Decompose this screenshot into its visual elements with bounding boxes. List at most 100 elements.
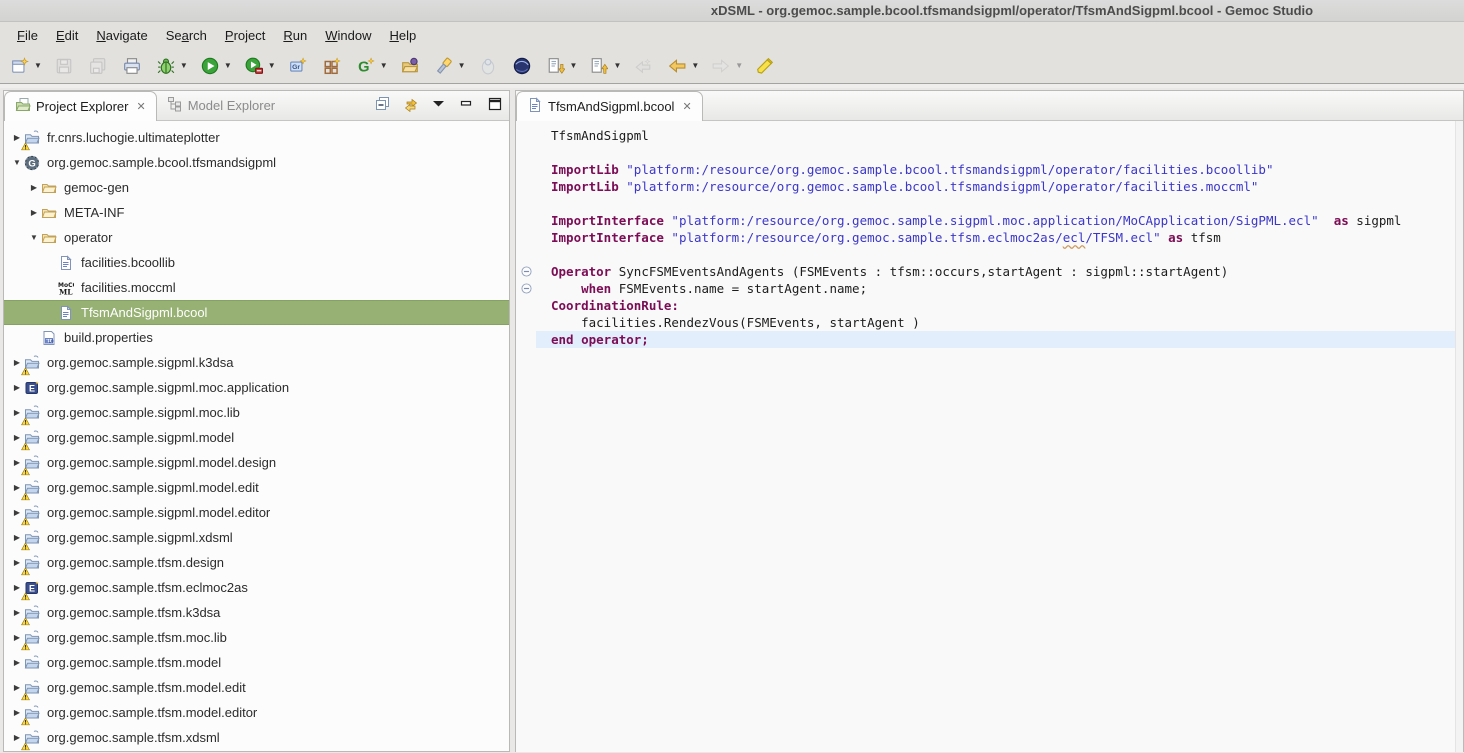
code-line[interactable] [516,246,1463,263]
menu-project[interactable]: Project [216,24,274,47]
tree-item-org-gemoc-sample-sigpml-model-editor[interactable]: ▶org.gemoc.sample.sigpml.model.editor [4,500,509,525]
link-with-editor-icon[interactable] [403,96,419,112]
tree-item-org-gemoc-sample-tfsm-model-editor[interactable]: ▶org.gemoc.sample.tfsm.model.editor [4,700,509,725]
code-editor[interactable]: TfsmAndSigpml ImportLib "platform:/resour… [516,121,1463,752]
tab-model-explorer[interactable]: Model Explorer [157,91,285,120]
next-annotation-button[interactable] [544,55,568,77]
toggle-highlighter-button[interactable] [753,55,777,77]
previous-annotation-button[interactable] [587,55,611,77]
menu-run[interactable]: Run [274,24,316,47]
tree-item-meta-inf[interactable]: ▶META-INF [4,200,509,225]
menu-help[interactable]: Help [380,24,425,47]
tree-item-facilities-moccml[interactable]: MoCCMLfacilities.moccml [4,275,509,300]
expanded-arrow-icon[interactable]: ▼ [27,233,41,242]
menu-file[interactable]: File [8,24,47,47]
run-external-tools-dropdown-arrow-icon[interactable]: ▼ [268,61,276,70]
warning-badge-icon [21,489,30,498]
menu-search[interactable]: Search [157,24,216,47]
tree-item-org-gemoc-sample-bcool-tfsmandsigpml[interactable]: ▼Gorg.gemoc.sample.bcool.tfsmandsigpml [4,150,509,175]
new-diagram-button[interactable] [320,55,344,77]
maximize-icon[interactable] [487,96,503,112]
folder-icon [41,180,58,196]
open-web-browser-button[interactable] [510,55,534,77]
previous-annotation-dropdown-arrow-icon[interactable]: ▼ [613,61,621,70]
tree-item-org-gemoc-sample-tfsm-design[interactable]: ▶org.gemoc.sample.tfsm.design [4,550,509,575]
back-button[interactable] [665,55,689,77]
collapse-all-icon[interactable] [375,96,391,112]
tree-item-tfsmandsigpml-bcool[interactable]: TfsmAndSigpml.bcool [4,300,509,325]
new-gemoc-project-dropdown-arrow-icon[interactable]: ▼ [380,61,388,70]
menu-edit[interactable]: Edit [47,24,87,47]
code-line[interactable]: facilities.RendezVous(FSMEvents, startAg… [516,314,1463,331]
editor-scrollbar[interactable] [1455,121,1463,752]
open-artifact-icon [401,57,419,75]
gutter [516,246,536,263]
code-line[interactable]: end operator; [516,331,1463,348]
collapsed-arrow-icon[interactable]: ▶ [27,208,41,217]
svg-text:G: G [358,59,369,74]
print-button[interactable] [120,55,144,77]
code-line[interactable]: ImportLib "platform:/resource/org.gemoc.… [516,161,1463,178]
debug-dropdown-arrow-icon[interactable]: ▼ [180,61,188,70]
editor-tab[interactable]: TfsmAndSigpml.bcool ✕ [516,91,703,121]
next-annotation-dropdown-arrow-icon[interactable]: ▼ [570,61,578,70]
fold-collapse-icon[interactable] [516,263,536,280]
tree-item-gemoc-gen[interactable]: ▶gemoc-gen [4,175,509,200]
gutter [516,144,536,161]
tree-item-org-gemoc-sample-sigpml-model-design[interactable]: ▶org.gemoc.sample.sigpml.model.design [4,450,509,475]
run-external-tools-button[interactable] [242,55,266,77]
search-dropdown-arrow-icon[interactable]: ▼ [458,61,466,70]
new-wizard-icon [11,57,29,75]
expanded-arrow-icon[interactable]: ▼ [10,158,24,167]
close-icon[interactable]: ✕ [682,100,691,113]
fold-collapse-icon[interactable] [516,280,536,297]
tree-item-org-gemoc-sample-sigpml-model[interactable]: ▶org.gemoc.sample.sigpml.model [4,425,509,450]
new-graphiti-icon: Gr [289,57,307,75]
code-line[interactable]: CoordinationRule: [516,297,1463,314]
menu-navigate[interactable]: Navigate [87,24,156,47]
tree-item-org-gemoc-sample-tfsm-k3dsa[interactable]: ▶org.gemoc.sample.tfsm.k3dsa [4,600,509,625]
tree-item-org-gemoc-sample-sigpml-k3dsa[interactable]: ▶org.gemoc.sample.sigpml.k3dsa [4,350,509,375]
run-button[interactable] [198,55,222,77]
tree-item-org-gemoc-sample-tfsm-model-edit[interactable]: ▶org.gemoc.sample.tfsm.model.edit [4,675,509,700]
back-dropdown-arrow-icon[interactable]: ▼ [691,61,699,70]
open-artifact-button[interactable] [398,55,422,77]
tree-item-org-gemoc-sample-sigpml-moc-lib[interactable]: ▶org.gemoc.sample.sigpml.moc.lib [4,400,509,425]
tab-project-explorer[interactable]: Project Explorer✕ [4,91,157,121]
tree-item-build-properties[interactable]: 010build.properties [4,325,509,350]
window-title: xDSML - org.gemoc.sample.bcool.tfsmandsi… [560,3,1464,18]
collapsed-arrow-icon[interactable]: ▶ [10,658,24,667]
tree-item-org-gemoc-sample-tfsm-moc-lib[interactable]: ▶org.gemoc.sample.tfsm.moc.lib [4,625,509,650]
tree-item-operator[interactable]: ▼operator [4,225,509,250]
new-graphiti-diagram-button[interactable]: Gr [286,55,310,77]
new-wizard-button[interactable] [8,55,32,77]
code-line[interactable]: TfsmAndSigpml [516,127,1463,144]
code-line[interactable] [516,144,1463,161]
tree-item-org-gemoc-sample-sigpml-moc-application[interactable]: ▶Eorg.gemoc.sample.sigpml.moc.applicatio… [4,375,509,400]
debug-button[interactable] [154,55,178,77]
collapsed-arrow-icon[interactable]: ▶ [27,183,41,192]
collapsed-arrow-icon[interactable]: ▶ [10,383,24,392]
close-icon[interactable]: ✕ [136,100,145,113]
tree-item-facilities-bcoollib[interactable]: facilities.bcoollib [4,250,509,275]
tree-item-org-gemoc-sample-sigpml-xdsml[interactable]: ▶org.gemoc.sample.sigpml.xdsml [4,525,509,550]
new-wizard-dropdown-arrow-icon[interactable]: ▼ [34,61,42,70]
tree-item-org-gemoc-sample-tfsm-eclmoc2as[interactable]: ▶Eorg.gemoc.sample.tfsm.eclmoc2as [4,575,509,600]
menu-window[interactable]: Window [316,24,380,47]
code-line[interactable] [516,195,1463,212]
new-gemoc-project-button[interactable]: G [354,55,378,77]
view-menu-icon[interactable] [431,96,447,112]
search-button[interactable] [432,55,456,77]
code-line[interactable]: when FSMEvents.name = startAgent.name; [516,280,1463,297]
code-line[interactable]: ImportInterface "platform:/resource/org.… [516,229,1463,246]
tree-item-org-gemoc-sample-tfsm-model[interactable]: ▶org.gemoc.sample.tfsm.model [4,650,509,675]
tree-item-org-gemoc-sample-sigpml-model-edit[interactable]: ▶org.gemoc.sample.sigpml.model.edit [4,475,509,500]
project-icon [24,705,41,721]
tree-item-org-gemoc-sample-tfsm-xdsml[interactable]: ▶org.gemoc.sample.tfsm.xdsml [4,725,509,750]
code-line[interactable]: ImportInterface "platform:/resource/org.… [516,212,1463,229]
minimize-icon[interactable] [459,96,475,112]
code-line[interactable]: Operator SyncFSMEventsAndAgents (FSMEven… [516,263,1463,280]
code-line[interactable]: ImportLib "platform:/resource/org.gemoc.… [516,178,1463,195]
run-dropdown-arrow-icon[interactable]: ▼ [224,61,232,70]
tree-item-fr-cnrs-luchogie-ultimateplotter[interactable]: ▶fr.cnrs.luchogie.ultimateplotter [4,125,509,150]
